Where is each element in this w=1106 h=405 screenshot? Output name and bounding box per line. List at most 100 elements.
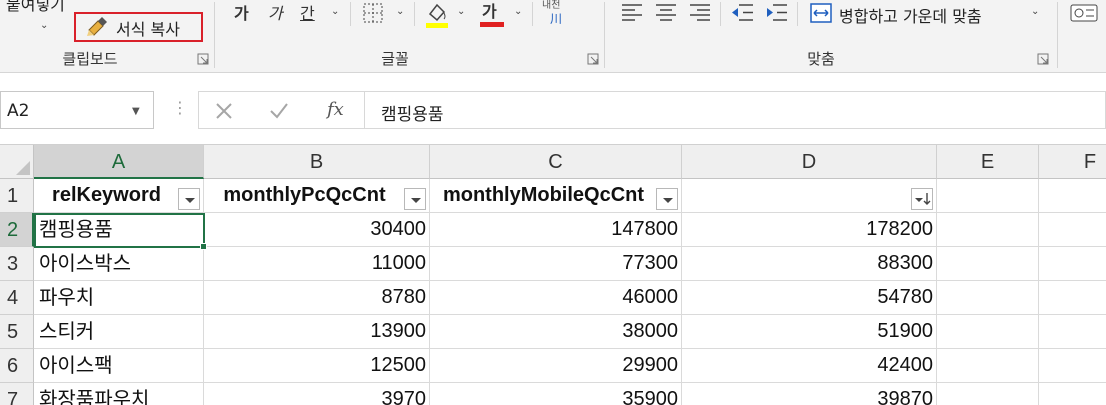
underline-button[interactable]: 간 — [300, 0, 315, 24]
fill-color-icon[interactable] — [424, 0, 450, 30]
cell-b3[interactable]: 11000 — [204, 247, 430, 281]
cell-e3[interactable] — [937, 247, 1039, 281]
cell-f1[interactable] — [1039, 179, 1106, 213]
cell-c3[interactable]: 77300 — [430, 247, 682, 281]
row-header-7[interactable]: 7 — [0, 383, 34, 405]
cell-c4[interactable]: 46000 — [430, 281, 682, 315]
formula-input[interactable]: 캠핑용품 — [365, 91, 1106, 129]
format-painter-button[interactable]: 서식 복사 — [74, 12, 203, 42]
cell-f5[interactable] — [1039, 315, 1106, 349]
row-header-5[interactable]: 5 — [0, 315, 34, 349]
enter-check-icon[interactable] — [269, 102, 289, 120]
decrease-indent-icon[interactable] — [731, 4, 753, 22]
cell-a3[interactable]: 아이스박스 — [34, 247, 204, 281]
filter-dropdown-b[interactable] — [404, 188, 426, 210]
column-header-f[interactable]: F — [1039, 145, 1106, 179]
font-color-dropdown-icon[interactable]: ⌄ — [514, 6, 522, 17]
cell-f3[interactable] — [1039, 247, 1106, 281]
column-header-a[interactable]: A — [34, 145, 204, 179]
paintbrush-icon — [87, 17, 107, 36]
cell-e1[interactable] — [937, 179, 1039, 213]
cell-f6[interactable] — [1039, 349, 1106, 383]
italic-button[interactable]: 가 — [268, 0, 283, 24]
row-header-1[interactable]: 1 — [0, 179, 34, 213]
cell-c2[interactable]: 147800 — [430, 213, 682, 247]
merge-center-dropdown-icon[interactable]: ⌄ — [1031, 6, 1039, 17]
cell-f4[interactable] — [1039, 281, 1106, 315]
cell-a4[interactable]: 파우치 — [34, 281, 204, 315]
cell-a6[interactable]: 아이스팩 — [34, 349, 204, 383]
align-center-icon[interactable] — [656, 4, 676, 22]
cell-b4[interactable]: 8780 — [204, 281, 430, 315]
merge-center-button[interactable]: 병합하고 가운데 맞춤 ⌄ — [807, 0, 1047, 28]
cell-a2[interactable]: 캠핑용품 — [34, 213, 204, 247]
cell-d2[interactable]: 178200 — [682, 213, 937, 247]
column-header-b[interactable]: B — [204, 145, 430, 179]
cell-e6[interactable] — [937, 349, 1039, 383]
ribbon-separator — [720, 2, 721, 26]
column-header-e[interactable]: E — [937, 145, 1039, 179]
font-dialog-launcher-icon[interactable] — [587, 53, 599, 65]
cell-d6[interactable]: 42400 — [682, 349, 937, 383]
column-header-d[interactable]: D — [682, 145, 937, 179]
cell-b2[interactable]: 30400 — [204, 213, 430, 247]
align-left-icon[interactable] — [622, 4, 642, 22]
filter-dropdown-c[interactable] — [656, 188, 678, 210]
merge-center-label: 병합하고 가운데 맞춤 — [839, 7, 982, 26]
cell-b6[interactable]: 12500 — [204, 349, 430, 383]
header-cell-c1[interactable]: monthlyMobileQcCnt — [430, 179, 682, 213]
fill-handle[interactable] — [200, 243, 207, 250]
cell-a7[interactable]: 화장품파우치 — [34, 383, 204, 405]
cell-e2[interactable] — [937, 213, 1039, 247]
cell-d4[interactable]: 54780 — [682, 281, 937, 315]
column-header-c[interactable]: C — [430, 145, 682, 179]
row-header-6[interactable]: 6 — [0, 349, 34, 383]
filter-arrow-icon — [663, 198, 673, 203]
filter-sort-desc-d[interactable] — [911, 188, 933, 210]
row-header-4[interactable]: 4 — [0, 281, 34, 315]
name-box-dropdown-icon[interactable]: ▼ — [132, 106, 140, 117]
paste-button[interactable]: 붙여넣기 ⌄ — [0, 0, 70, 40]
name-box-value: A2 — [7, 101, 30, 121]
row-header-2[interactable]: 2 — [0, 213, 34, 247]
underline-dropdown-icon[interactable]: ⌄ — [331, 6, 339, 17]
cell-d7[interactable]: 39870 — [682, 383, 937, 405]
cell-d3[interactable]: 88300 — [682, 247, 937, 281]
formula-bar: A2 ▼ ⋮ fx 캠핑용품 — [0, 86, 1106, 134]
border-dropdown-icon[interactable]: ⌄ — [396, 6, 404, 17]
phonetic-button[interactable]: 내천 川 — [542, 0, 568, 30]
cell-f2[interactable] — [1039, 213, 1106, 247]
cell-e7[interactable] — [937, 383, 1039, 405]
border-icon[interactable] — [362, 2, 384, 24]
sort-descending-icon — [915, 193, 931, 205]
cell-c5[interactable]: 38000 — [430, 315, 682, 349]
formula-bar-grip-icon[interactable]: ⋮ — [172, 98, 188, 117]
select-all-button[interactable] — [0, 145, 34, 179]
cell-c7[interactable]: 35900 — [430, 383, 682, 405]
insert-function-button[interactable]: fx — [327, 99, 344, 120]
paste-dropdown-icon[interactable]: ⌄ — [40, 20, 48, 31]
name-box[interactable]: A2 ▼ — [0, 91, 154, 129]
header-cell-d1[interactable] — [682, 179, 937, 213]
fill-color-dropdown-icon[interactable]: ⌄ — [457, 6, 465, 17]
cell-b5[interactable]: 13900 — [204, 315, 430, 349]
alignment-dialog-launcher-icon[interactable] — [1037, 53, 1049, 65]
cell-e4[interactable] — [937, 281, 1039, 315]
font-color-button[interactable]: 가 — [478, 0, 506, 30]
ribbon: 붙여넣기 ⌄ 서식 복사 클립보드 가 가 간 ⌄ ⌄ ⌄ 가 ⌄ 내천 川 글… — [0, 0, 1106, 73]
cancel-icon[interactable] — [215, 102, 233, 120]
cell-a5[interactable]: 스티커 — [34, 315, 204, 349]
cell-d5[interactable]: 51900 — [682, 315, 937, 349]
cell-c6[interactable]: 29900 — [430, 349, 682, 383]
cell-b7[interactable]: 3970 — [204, 383, 430, 405]
bold-button[interactable]: 가 — [234, 0, 249, 24]
number-format-icon[interactable] — [1070, 2, 1098, 24]
row-header-3[interactable]: 3 — [0, 247, 34, 281]
cell-f7[interactable] — [1039, 383, 1106, 405]
header-cell-b1[interactable]: monthlyPcQcCnt — [204, 179, 430, 213]
increase-indent-icon[interactable] — [765, 4, 787, 22]
cell-e5[interactable] — [937, 315, 1039, 349]
filter-dropdown-a[interactable] — [178, 188, 200, 210]
align-right-icon[interactable] — [690, 4, 710, 22]
clipboard-dialog-launcher-icon[interactable] — [197, 53, 209, 65]
